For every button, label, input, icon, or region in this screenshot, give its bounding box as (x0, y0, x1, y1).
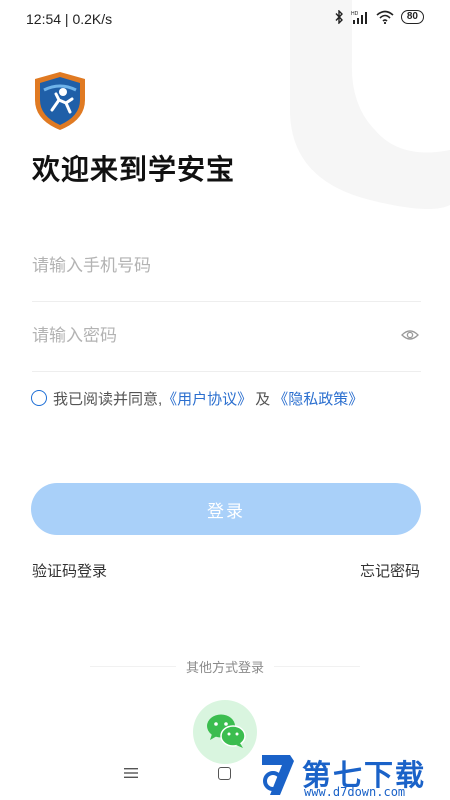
password-field (32, 302, 421, 372)
privacy-policy-link[interactable]: 《隐私政策》 (273, 388, 363, 409)
password-input[interactable] (32, 302, 382, 370)
agreement-checkbox[interactable] (31, 390, 47, 406)
wifi-icon (376, 10, 394, 24)
shield-runner-logo-icon (35, 72, 85, 130)
watermark: 第七下载站 www.d7down.com (256, 750, 450, 800)
agreement-prefix: 我已阅读并同意, (53, 390, 163, 408)
user-agreement-link[interactable]: 《用户协议》 (162, 388, 252, 409)
divider-line (90, 665, 176, 667)
watermark-logo-icon (262, 755, 294, 795)
phone-input[interactable] (32, 232, 382, 300)
agreement-row: 我已阅读并同意, 《用户协议》 及 《隐私政策》 (31, 387, 363, 409)
battery-indicator: 80 (400, 10, 424, 24)
welcome-title: 欢迎来到学安宝 (32, 154, 236, 185)
eye-icon[interactable] (401, 328, 419, 342)
watermark-url: www.d7down.com (304, 785, 406, 799)
bluetooth-icon (335, 10, 343, 24)
status-icons: HD 80 (335, 10, 424, 24)
phone-field (32, 232, 421, 302)
menu-icon[interactable] (124, 767, 138, 779)
wechat-icon[interactable] (206, 713, 246, 749)
login-button[interactable]: 登录 (31, 483, 421, 535)
forgot-password-link[interactable]: 忘记密码 (360, 560, 420, 581)
signal-icon: HD (351, 11, 367, 24)
home-icon[interactable] (218, 767, 231, 780)
sms-login-link[interactable]: 验证码登录 (32, 560, 107, 581)
agreement-and: 及 (255, 390, 271, 408)
divider-line (274, 665, 361, 667)
other-login-label: 其他方式登录 (186, 659, 265, 675)
status-time: 12:54 | 0.2K/s (26, 11, 113, 27)
status-bar: 12:54 | 0.2K/s HD 80 (0, 0, 450, 40)
other-login-divider: 其他方式登录 (90, 657, 361, 675)
network-label: HD (351, 11, 359, 17)
